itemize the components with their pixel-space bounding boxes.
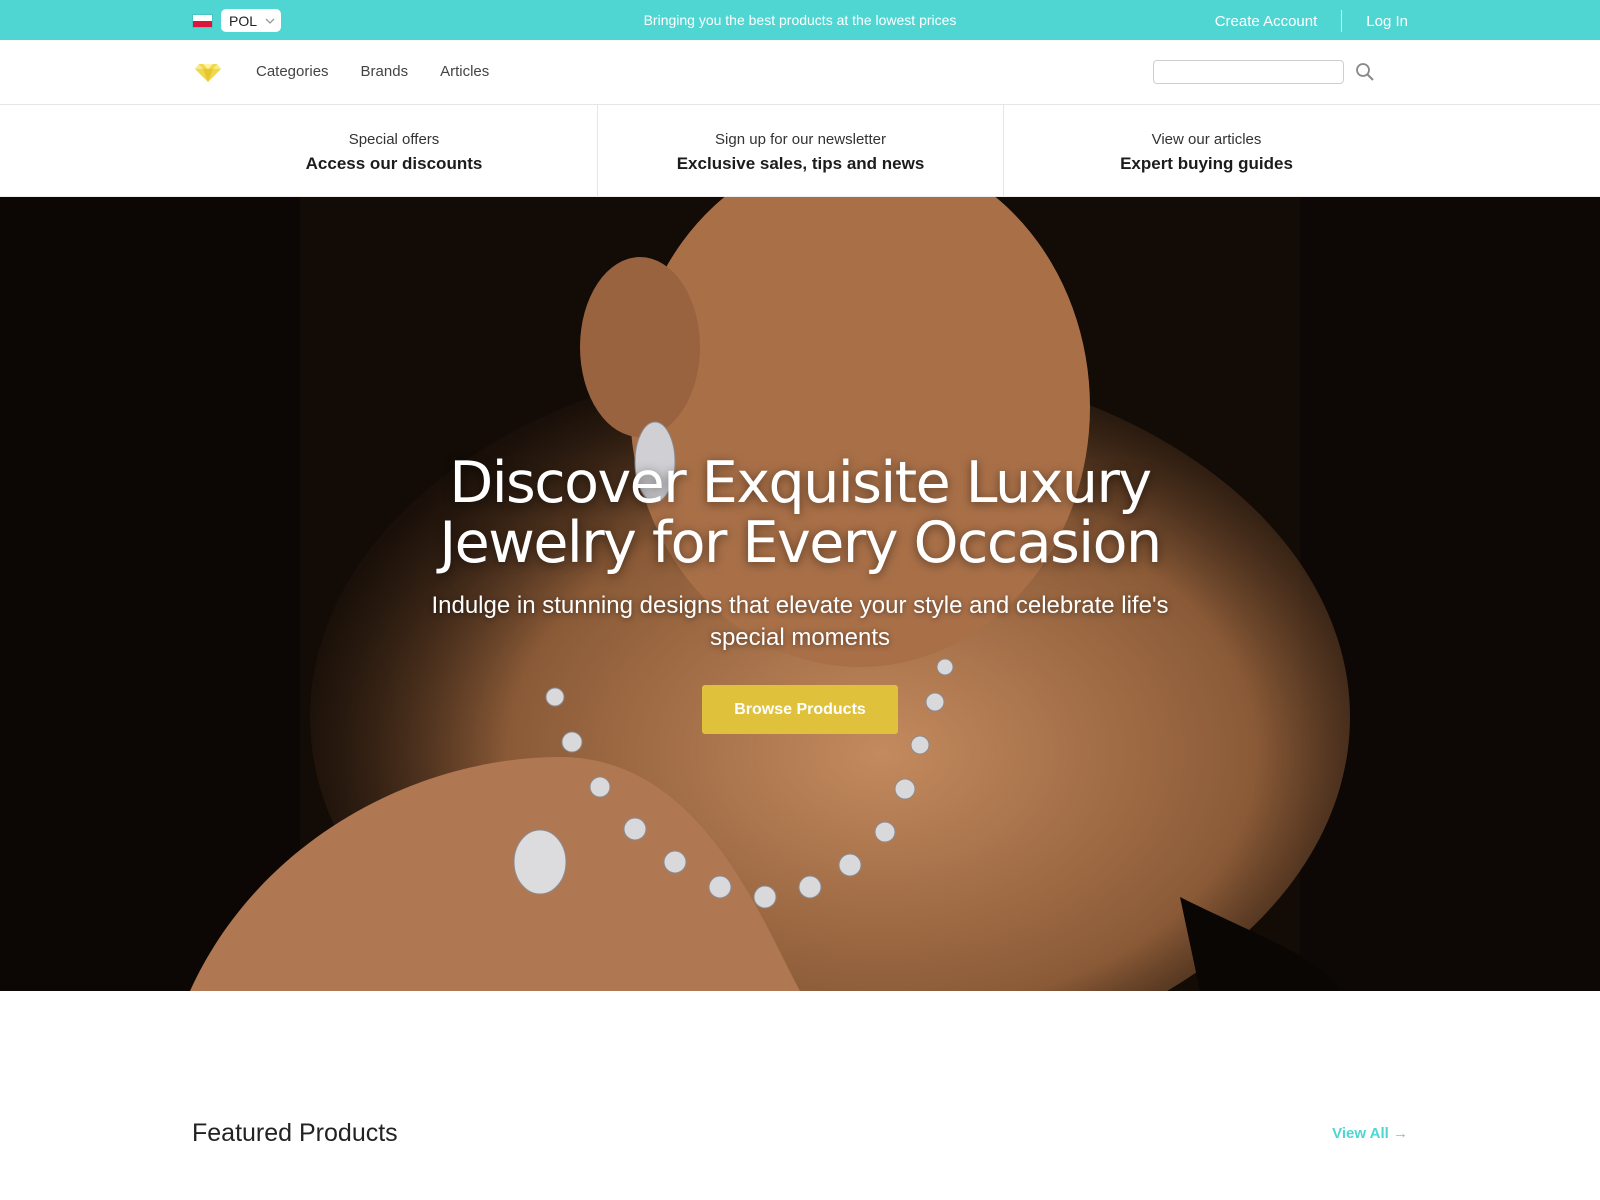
divider (1341, 10, 1343, 32)
featured-products-section: Featured Products View All → (0, 991, 1600, 1191)
promo-sub: Sign up for our newsletter (715, 131, 886, 148)
nav-links: Categories Brands Articles (256, 63, 489, 80)
nav-categories[interactable]: Categories (256, 63, 329, 80)
hero-banner: Discover Exquisite Luxury Jewelry for Ev… (0, 197, 1600, 991)
promo-sub: View our articles (1151, 131, 1262, 148)
nav-brands[interactable]: Brands (361, 63, 409, 80)
featured-products-title: Featured Products (192, 1119, 398, 1147)
hero-title: Discover Exquisite Luxury Jewelry for Ev… (0, 453, 1600, 573)
view-all-link[interactable]: View All → (1332, 1125, 1408, 1142)
main-nav: Categories Brands Articles (0, 40, 1600, 105)
nav-articles[interactable]: Articles (440, 63, 489, 80)
promo-head: Expert buying guides (1120, 154, 1293, 173)
promo-head: Access our discounts (305, 154, 483, 173)
hero-title-line-2: Jewelry for Every Occasion (439, 510, 1162, 576)
diamond-logo-icon[interactable] (195, 58, 221, 84)
log-in-link[interactable]: Log In (1366, 13, 1408, 30)
promo-strip: Special offers Access our discounts Sign… (0, 105, 1600, 197)
promo-articles[interactable]: View our articles Expert buying guides (1003, 105, 1409, 196)
top-bar: POL Bringing you the best products at th… (0, 0, 1600, 40)
create-account-link[interactable]: Create Account (1215, 13, 1318, 30)
promo-special-offers[interactable]: Special offers Access our discounts (191, 105, 597, 196)
promo-head: Exclusive sales, tips and news (676, 154, 925, 173)
promo-sub: Special offers (348, 131, 440, 148)
search-icon[interactable] (1355, 62, 1375, 82)
search-input[interactable] (1153, 60, 1344, 84)
hero-subtitle: Indulge in stunning designs that elevate… (431, 592, 1169, 651)
hero-title-line-1: Discover Exquisite Luxury (449, 450, 1152, 516)
browse-products-button[interactable]: Browse Products (702, 685, 898, 734)
promo-newsletter[interactable]: Sign up for our newsletter Exclusive sal… (597, 105, 1003, 196)
account-links: Create Account Log In (1215, 10, 1408, 32)
